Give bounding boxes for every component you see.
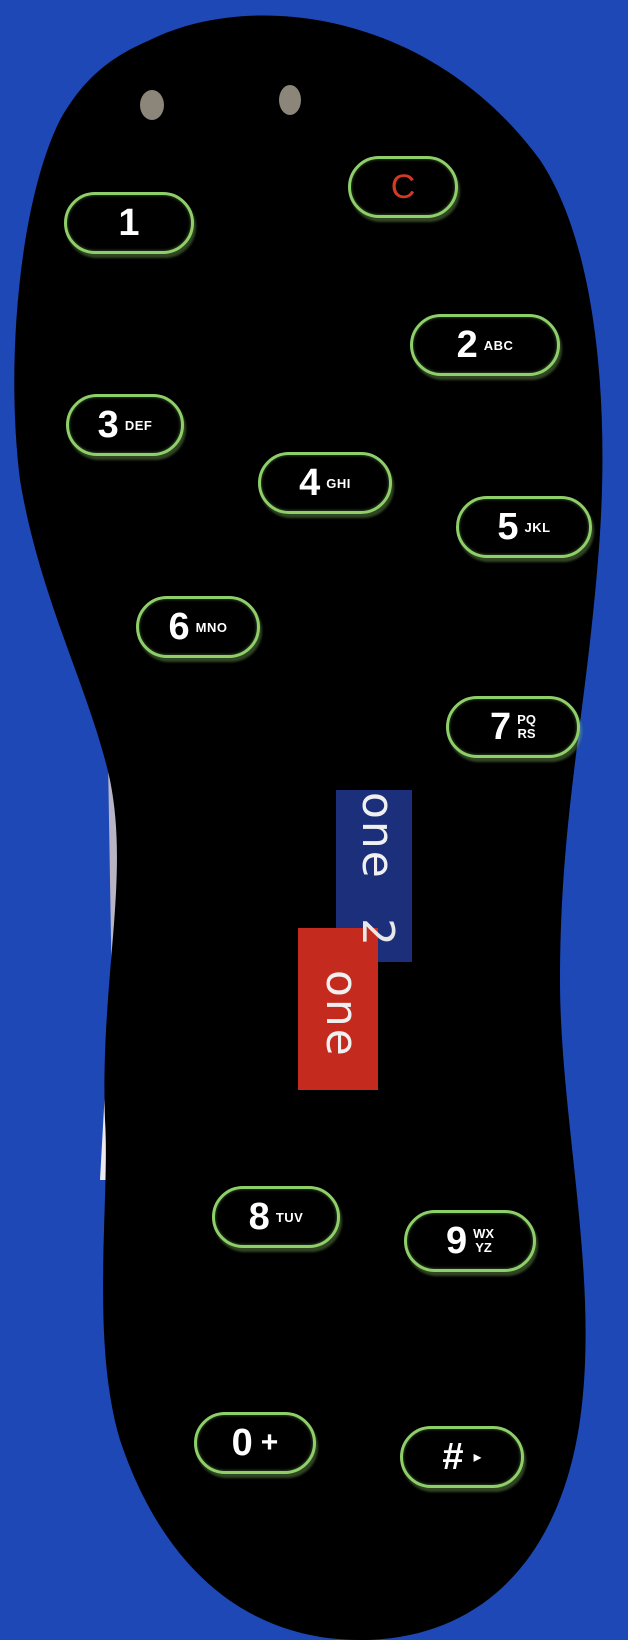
key-9[interactable]: 9 WX YZ <box>404 1210 536 1272</box>
logo-word-one: one <box>352 792 403 880</box>
key-9-letters-top: WX <box>473 1226 495 1241</box>
sole-eyelet-left <box>140 90 164 120</box>
key-0-number: 0 <box>231 1422 253 1464</box>
key-5[interactable]: 5 JKL <box>456 496 592 558</box>
key-6[interactable]: 6 MNO <box>136 596 260 658</box>
key-clear[interactable]: C <box>348 156 458 218</box>
key-6-number: 6 <box>168 606 190 648</box>
key-9-number: 9 <box>445 1220 468 1262</box>
key-7-letters-bottom: RS <box>517 726 536 741</box>
key-1[interactable]: 1 <box>64 192 194 254</box>
key-3[interactable]: 3 DEF <box>66 394 184 456</box>
key-7-number: 7 <box>490 706 512 748</box>
logo-word-one-second: one <box>316 970 367 1058</box>
key-hash-symbol: # <box>442 1436 464 1478</box>
key-hash[interactable]: # ▸ <box>400 1426 524 1488</box>
key-4-number: 4 <box>299 462 321 504</box>
key-9-letters-bottom: YZ <box>475 1240 492 1255</box>
key-8[interactable]: 8 TUV <box>212 1186 340 1248</box>
key-5-letters: JKL <box>524 519 551 535</box>
key-2-letters: ABC <box>483 337 514 353</box>
key-7-letters-top: PQ <box>517 712 536 727</box>
key-5-number: 5 <box>497 506 519 548</box>
key-3-number: 3 <box>97 404 119 446</box>
key-1-number: 1 <box>118 202 140 244</box>
key-9-letters: WX YZ <box>473 1227 494 1255</box>
key-0[interactable]: 0 + <box>194 1412 316 1474</box>
triangle-right-icon: ▸ <box>473 1449 482 1466</box>
one2one-logo: one 2 one <box>298 790 412 1090</box>
key-7-letters: PQ RS <box>517 713 536 741</box>
key-4-letters: GHI <box>326 475 351 491</box>
key-4[interactable]: 4 GHI <box>258 452 392 514</box>
key-8-number: 8 <box>248 1196 270 1238</box>
key-2-number: 2 <box>456 324 478 366</box>
logo-word-2: 2 <box>352 918 403 948</box>
key-6-letters: MNO <box>195 619 228 635</box>
key-3-letters: DEF <box>124 417 153 433</box>
key-7[interactable]: 7 PQ RS <box>446 696 580 758</box>
key-8-letters: TUV <box>275 1209 304 1225</box>
plus-icon: + <box>260 1426 279 1459</box>
key-2[interactable]: 2 ABC <box>410 314 560 376</box>
key-clear-label: C <box>390 168 416 206</box>
sole-eyelet-right <box>279 85 301 115</box>
